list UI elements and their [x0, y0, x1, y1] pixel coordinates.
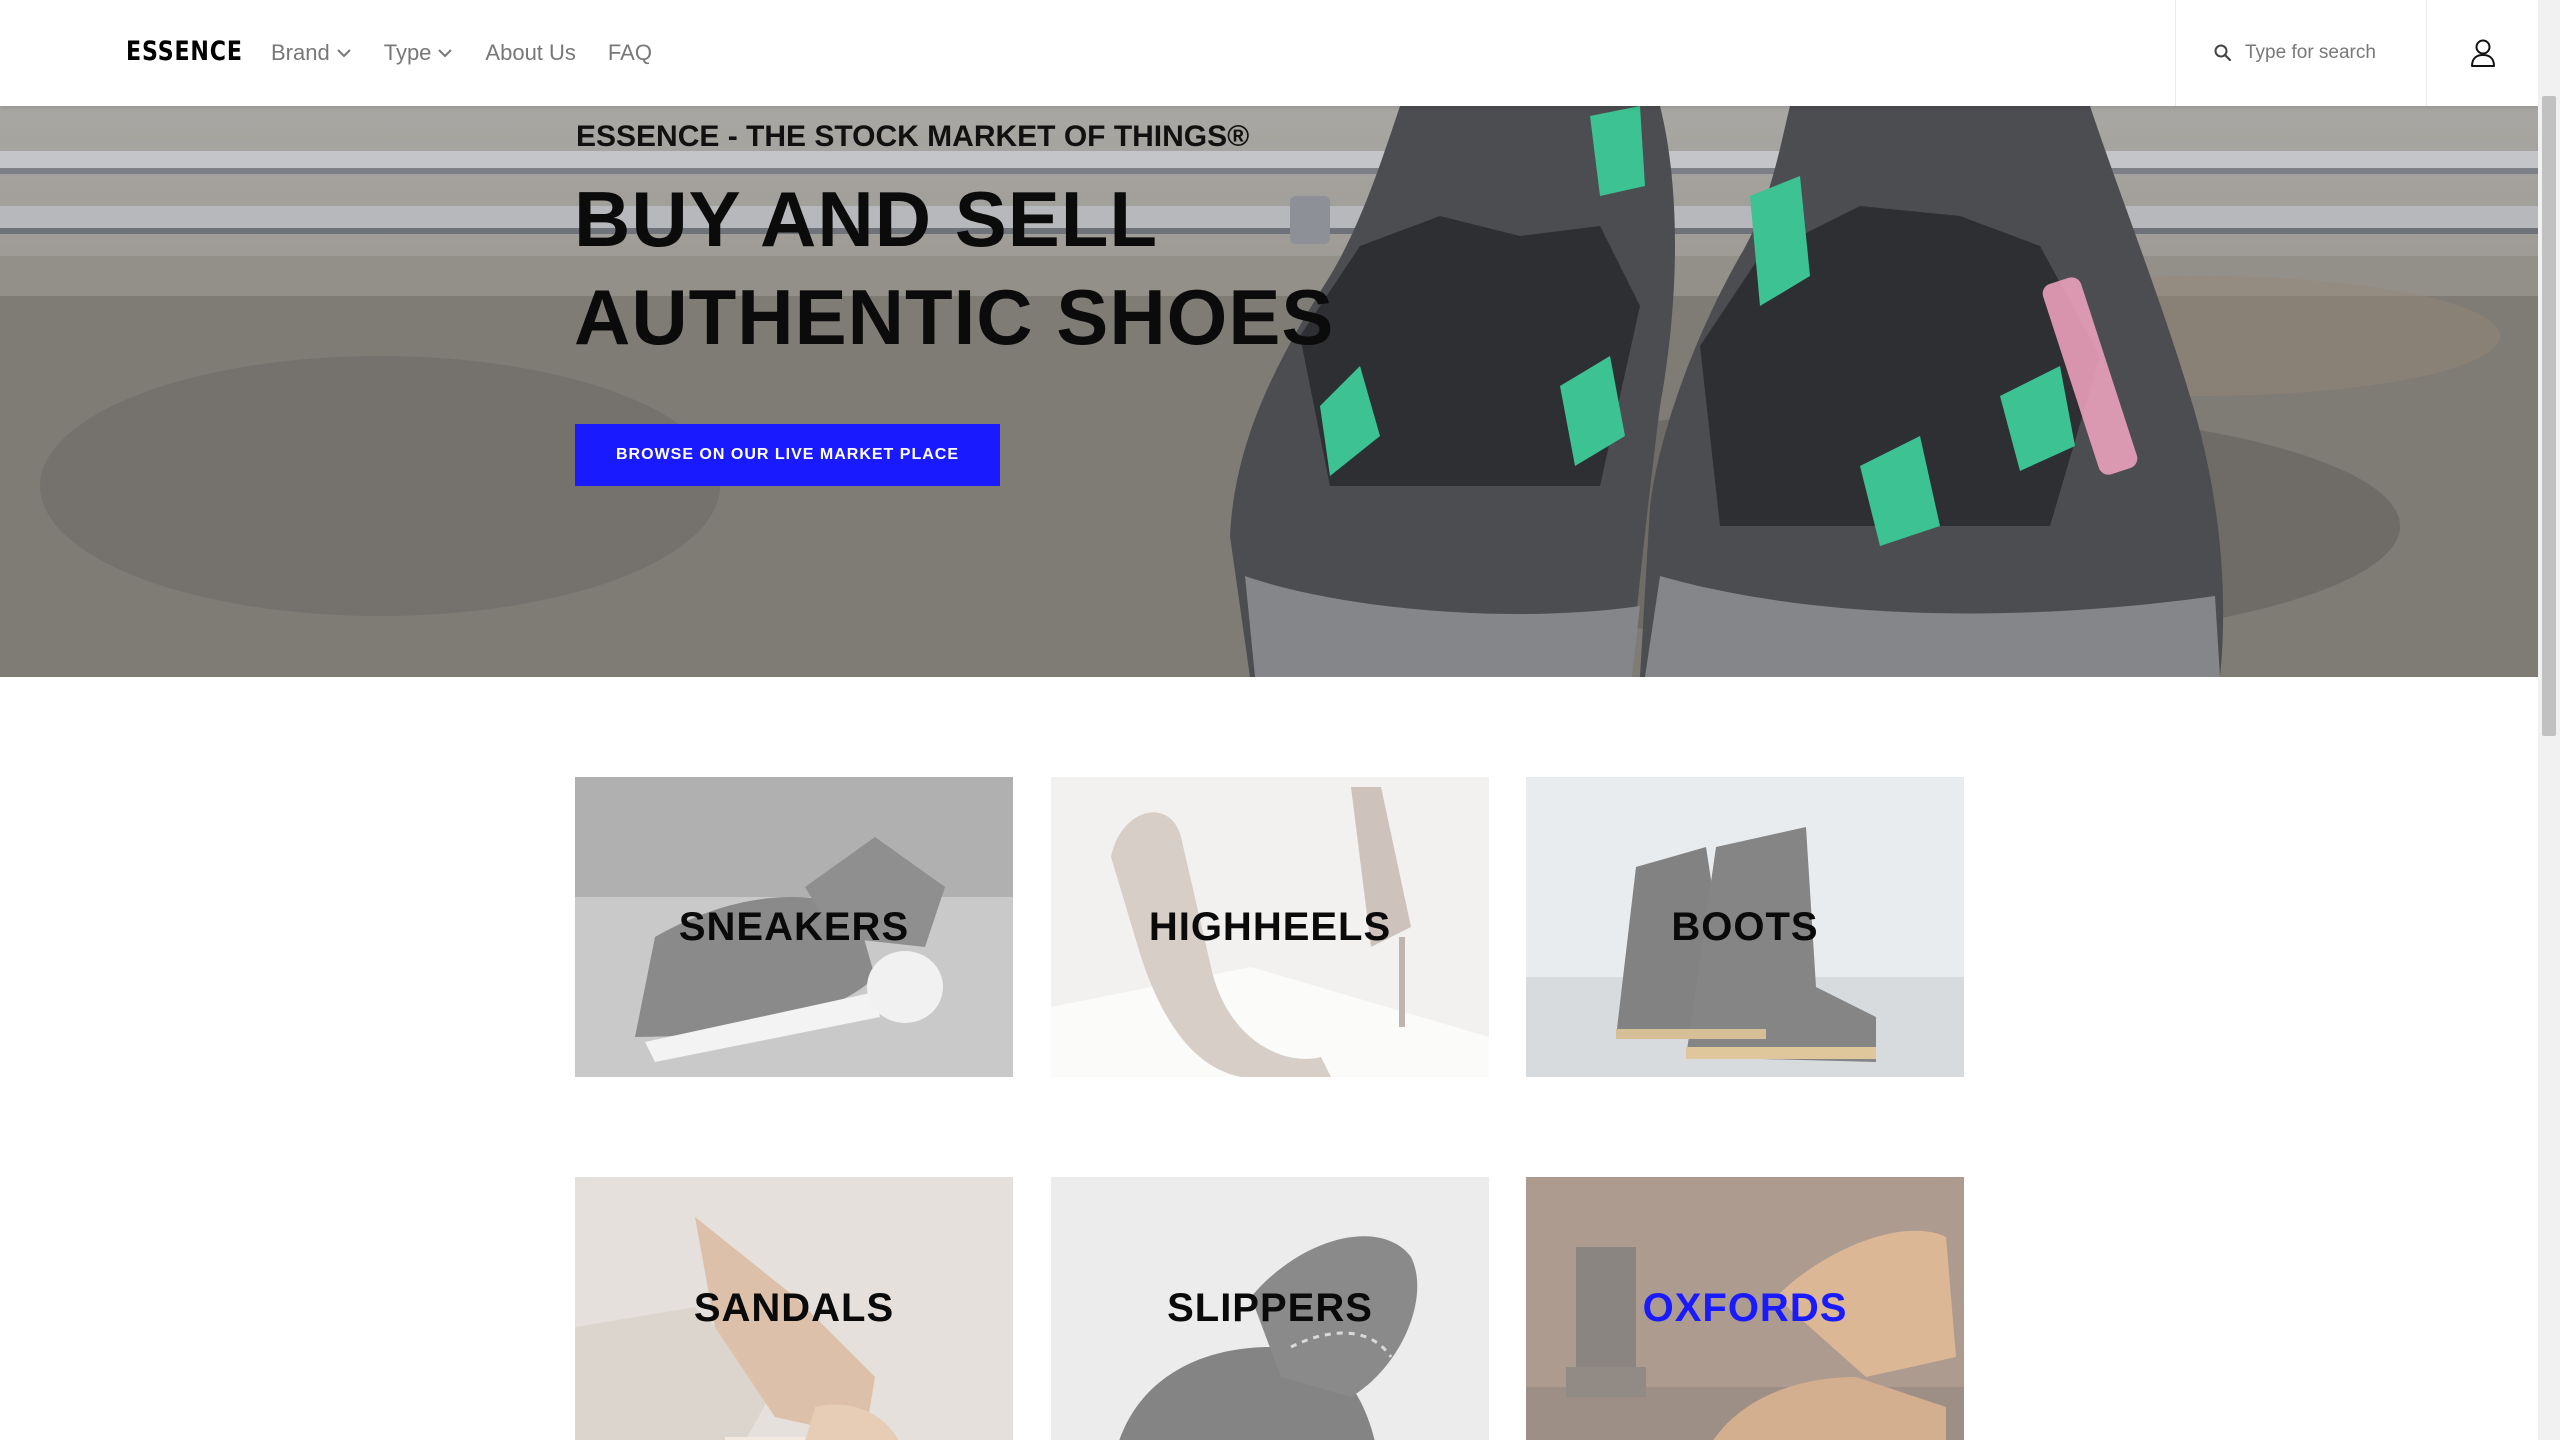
category-label-boots: BOOTS [1671, 904, 1819, 949]
category-card-boots[interactable]: BOOTS [1526, 777, 1964, 1077]
category-label-slippers: SLIPPERS [1167, 1286, 1373, 1330]
user-account-button[interactable] [2458, 33, 2508, 73]
nav-type[interactable]: Type [384, 40, 454, 66]
hero-title-line-2: AUTHENTIC SHOES [574, 273, 1335, 361]
chevron-down-icon [438, 49, 453, 58]
nav-brand[interactable]: Brand [271, 40, 352, 66]
category-label-sneakers: SNEAKERS [678, 904, 910, 949]
search-box [2175, 0, 2427, 106]
category-card-oxfords[interactable]: OXFORDS [1526, 1177, 1964, 1440]
site-logo[interactable]: ESSENCE [126, 36, 243, 67]
nav-faq[interactable]: FAQ [608, 40, 652, 66]
chevron-down-icon [337, 49, 351, 58]
category-card-slippers[interactable]: SLIPPERS [1051, 1177, 1489, 1440]
browse-marketplace-button[interactable]: BROWSE ON OUR LIVE MARKET PLACE [575, 424, 1000, 486]
nav-about-us-label: About Us [485, 40, 576, 65]
site-header: ESSENCE Brand Type About Us FAQ [0, 0, 2538, 106]
hero-kicker: ESSENCE - THE STOCK MARKET OF THINGS® [576, 120, 1250, 153]
category-card-highheels[interactable]: HIGHHEELS [1051, 777, 1489, 1077]
category-label-highheels: HIGHHEELS [1148, 904, 1392, 949]
search-icon [2214, 44, 2232, 62]
search-input[interactable] [2245, 42, 2405, 64]
hero-title: BUY AND SELL AUTHENTIC SHOES [574, 170, 1374, 366]
category-card-sneakers[interactable]: SNEAKERS [575, 777, 1013, 1077]
nav-faq-label: FAQ [607, 40, 652, 65]
category-card-sandals[interactable]: SANDALS [575, 1177, 1013, 1440]
hero-banner: ESSENCE - THE STOCK MARKET OF THINGS® BU… [0, 106, 2538, 677]
nav-about-us[interactable]: About Us [485, 40, 576, 66]
main-nav: Brand Type About Us FAQ [271, 0, 684, 106]
page-scrollbar[interactable] [2538, 0, 2560, 1440]
hero-title-line-1: BUY AND SELL [574, 175, 1159, 263]
category-label-sandals: SANDALS [693, 1286, 895, 1330]
category-label-oxfords: OXFORDS [1642, 1286, 1848, 1330]
scrollbar-thumb[interactable] [2542, 96, 2556, 736]
nav-brand-label: Brand [271, 40, 330, 65]
user-icon [2471, 39, 2495, 67]
nav-type-label: Type [383, 40, 432, 65]
